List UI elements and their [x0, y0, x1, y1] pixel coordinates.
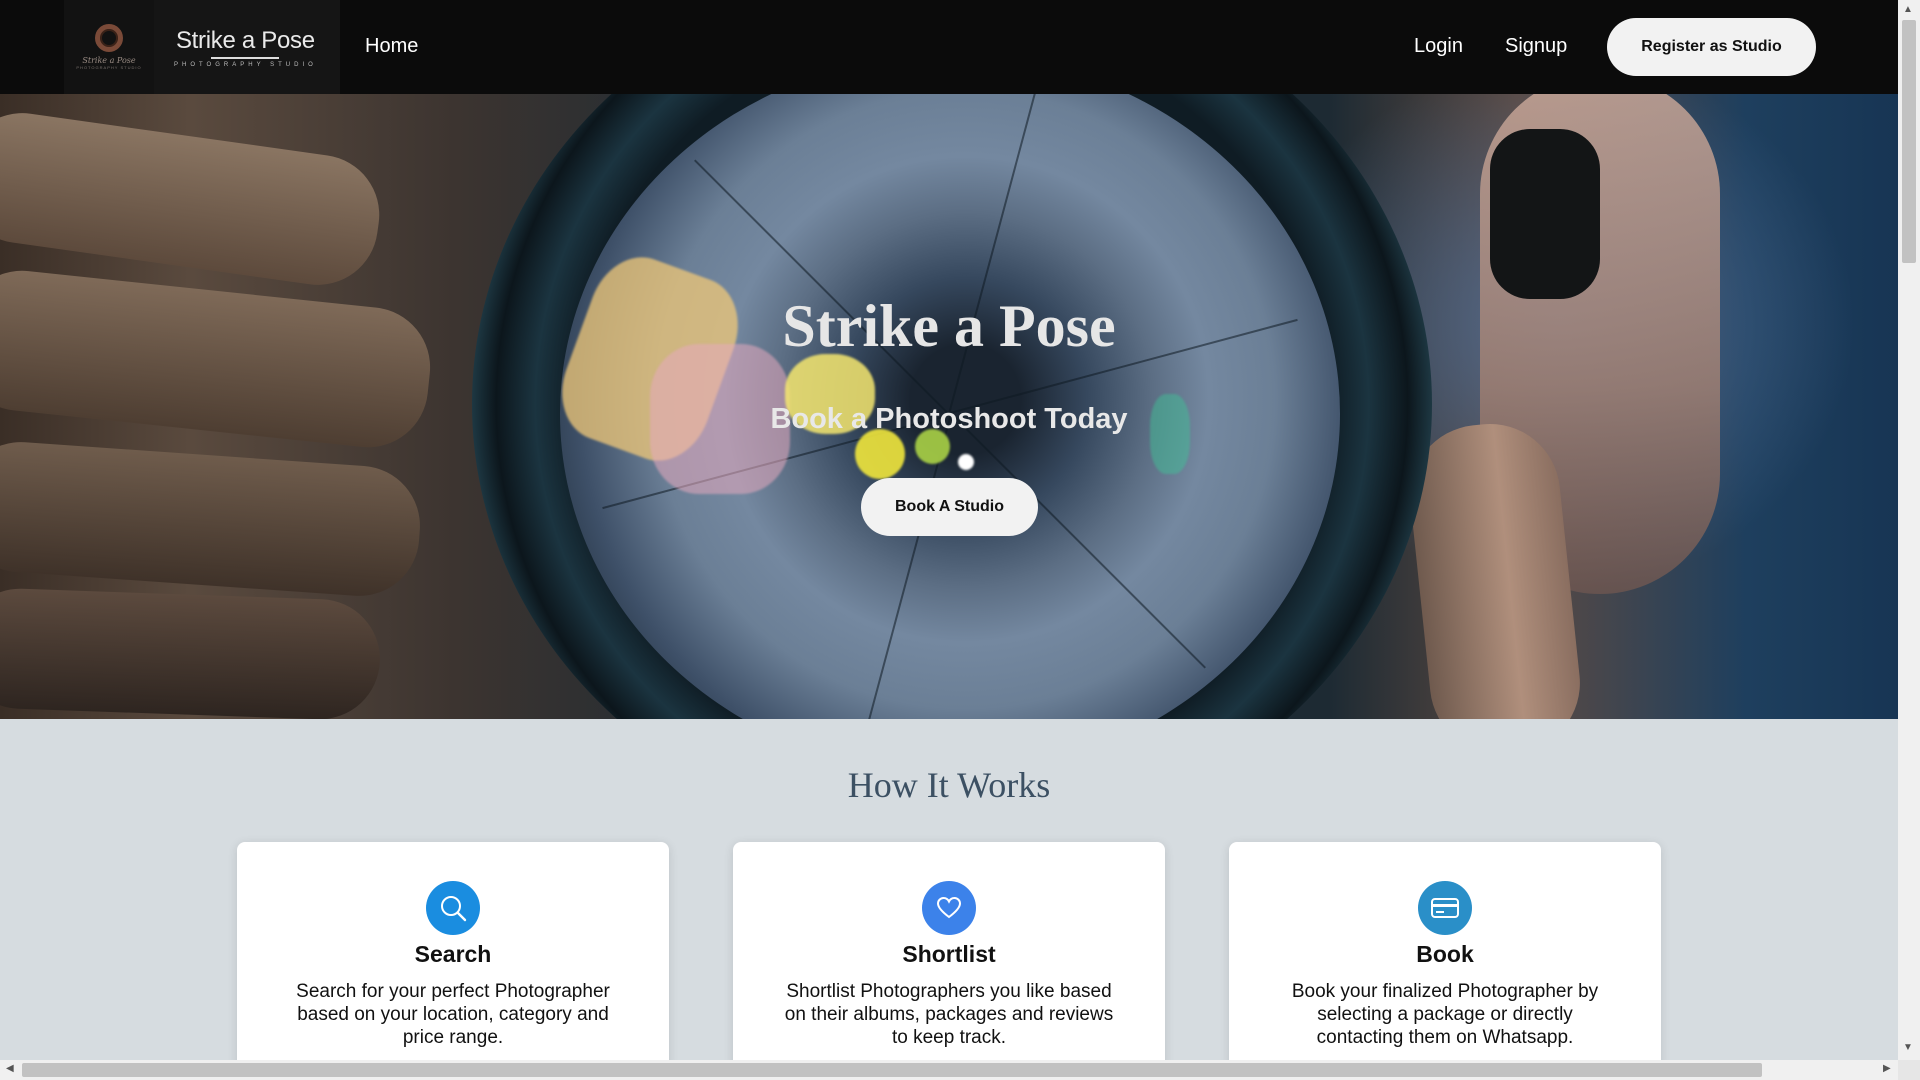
card-description: Search for your perfect Photographer bas…: [296, 981, 610, 1048]
card-title: Shortlist: [902, 941, 996, 967]
search-icon: [426, 881, 480, 935]
card-title: Book: [1416, 941, 1474, 967]
register-studio-button[interactable]: Register as Studio: [1607, 18, 1816, 76]
vertical-scrollbar-thumb[interactable]: [1902, 20, 1916, 263]
logo-mark: Strike a Pose PHOTOGRAPHY STUDIO: [64, 0, 154, 94]
brand-divider: [211, 56, 280, 59]
card-description: Shortlist Photographers you like based o…: [784, 981, 1114, 1048]
scroll-right-arrow-icon[interactable]: ▶: [1883, 1063, 1891, 1074]
scroll-down-arrow-icon[interactable]: ▼: [1903, 1042, 1913, 1053]
scrollbar-corner: [1898, 1060, 1920, 1080]
credit-card-icon: [1418, 881, 1472, 935]
hero-image-bokeh: [958, 454, 974, 470]
scroll-up-arrow-icon[interactable]: ▲: [1903, 4, 1913, 15]
card-description: Book your finalized Photographer by sele…: [1291, 981, 1599, 1048]
top-navbar: Strike a Pose PHOTOGRAPHY STUDIO Strike …: [0, 0, 1898, 94]
book-studio-button[interactable]: Book A Studio: [861, 478, 1038, 536]
horizontal-scrollbar-thumb[interactable]: [22, 1063, 1762, 1077]
how-it-works-card-book: Book Book your finalized Photographer by…: [1229, 842, 1661, 1072]
hero-title: Strike a Pose: [782, 293, 1116, 359]
how-it-works-heading: How It Works: [847, 765, 1051, 805]
hero-image-finger: [0, 438, 424, 600]
logo-caption: PHOTOGRAPHY STUDIO: [76, 65, 142, 70]
hero-image-eyepiece: [1490, 129, 1600, 299]
hero-image-bokeh: [855, 429, 905, 479]
how-it-works-card-search: Search Search for your perfect Photograp…: [237, 842, 669, 1072]
hero-image-finger: [0, 586, 382, 719]
hero-image-finger: [0, 105, 388, 293]
how-it-works-card-shortlist: Shortlist Shortlist Photographers you li…: [733, 842, 1165, 1072]
scroll-left-arrow-icon[interactable]: ◀: [6, 1063, 14, 1074]
heart-icon: [922, 881, 976, 935]
logo-script-text: Strike a Pose: [82, 56, 136, 65]
aperture-logo-icon: [95, 24, 123, 52]
brand-logo-link[interactable]: Strike a Pose PHOTOGRAPHY STUDIO Strike …: [64, 0, 340, 94]
nav-login-link[interactable]: Login: [1414, 35, 1463, 58]
brand-tagline: PHOTOGRAPHY STUDIO: [174, 61, 317, 68]
nav-home-link[interactable]: Home: [365, 35, 418, 58]
hero-subtitle: Book a Photoshoot Today: [770, 403, 1128, 435]
nav-signup-link[interactable]: Signup: [1505, 35, 1567, 58]
brand-wordmark: Strike a Pose PHOTOGRAPHY STUDIO: [174, 27, 317, 68]
card-title: Search: [414, 941, 492, 967]
brand-name: Strike a Pose: [175, 26, 315, 54]
